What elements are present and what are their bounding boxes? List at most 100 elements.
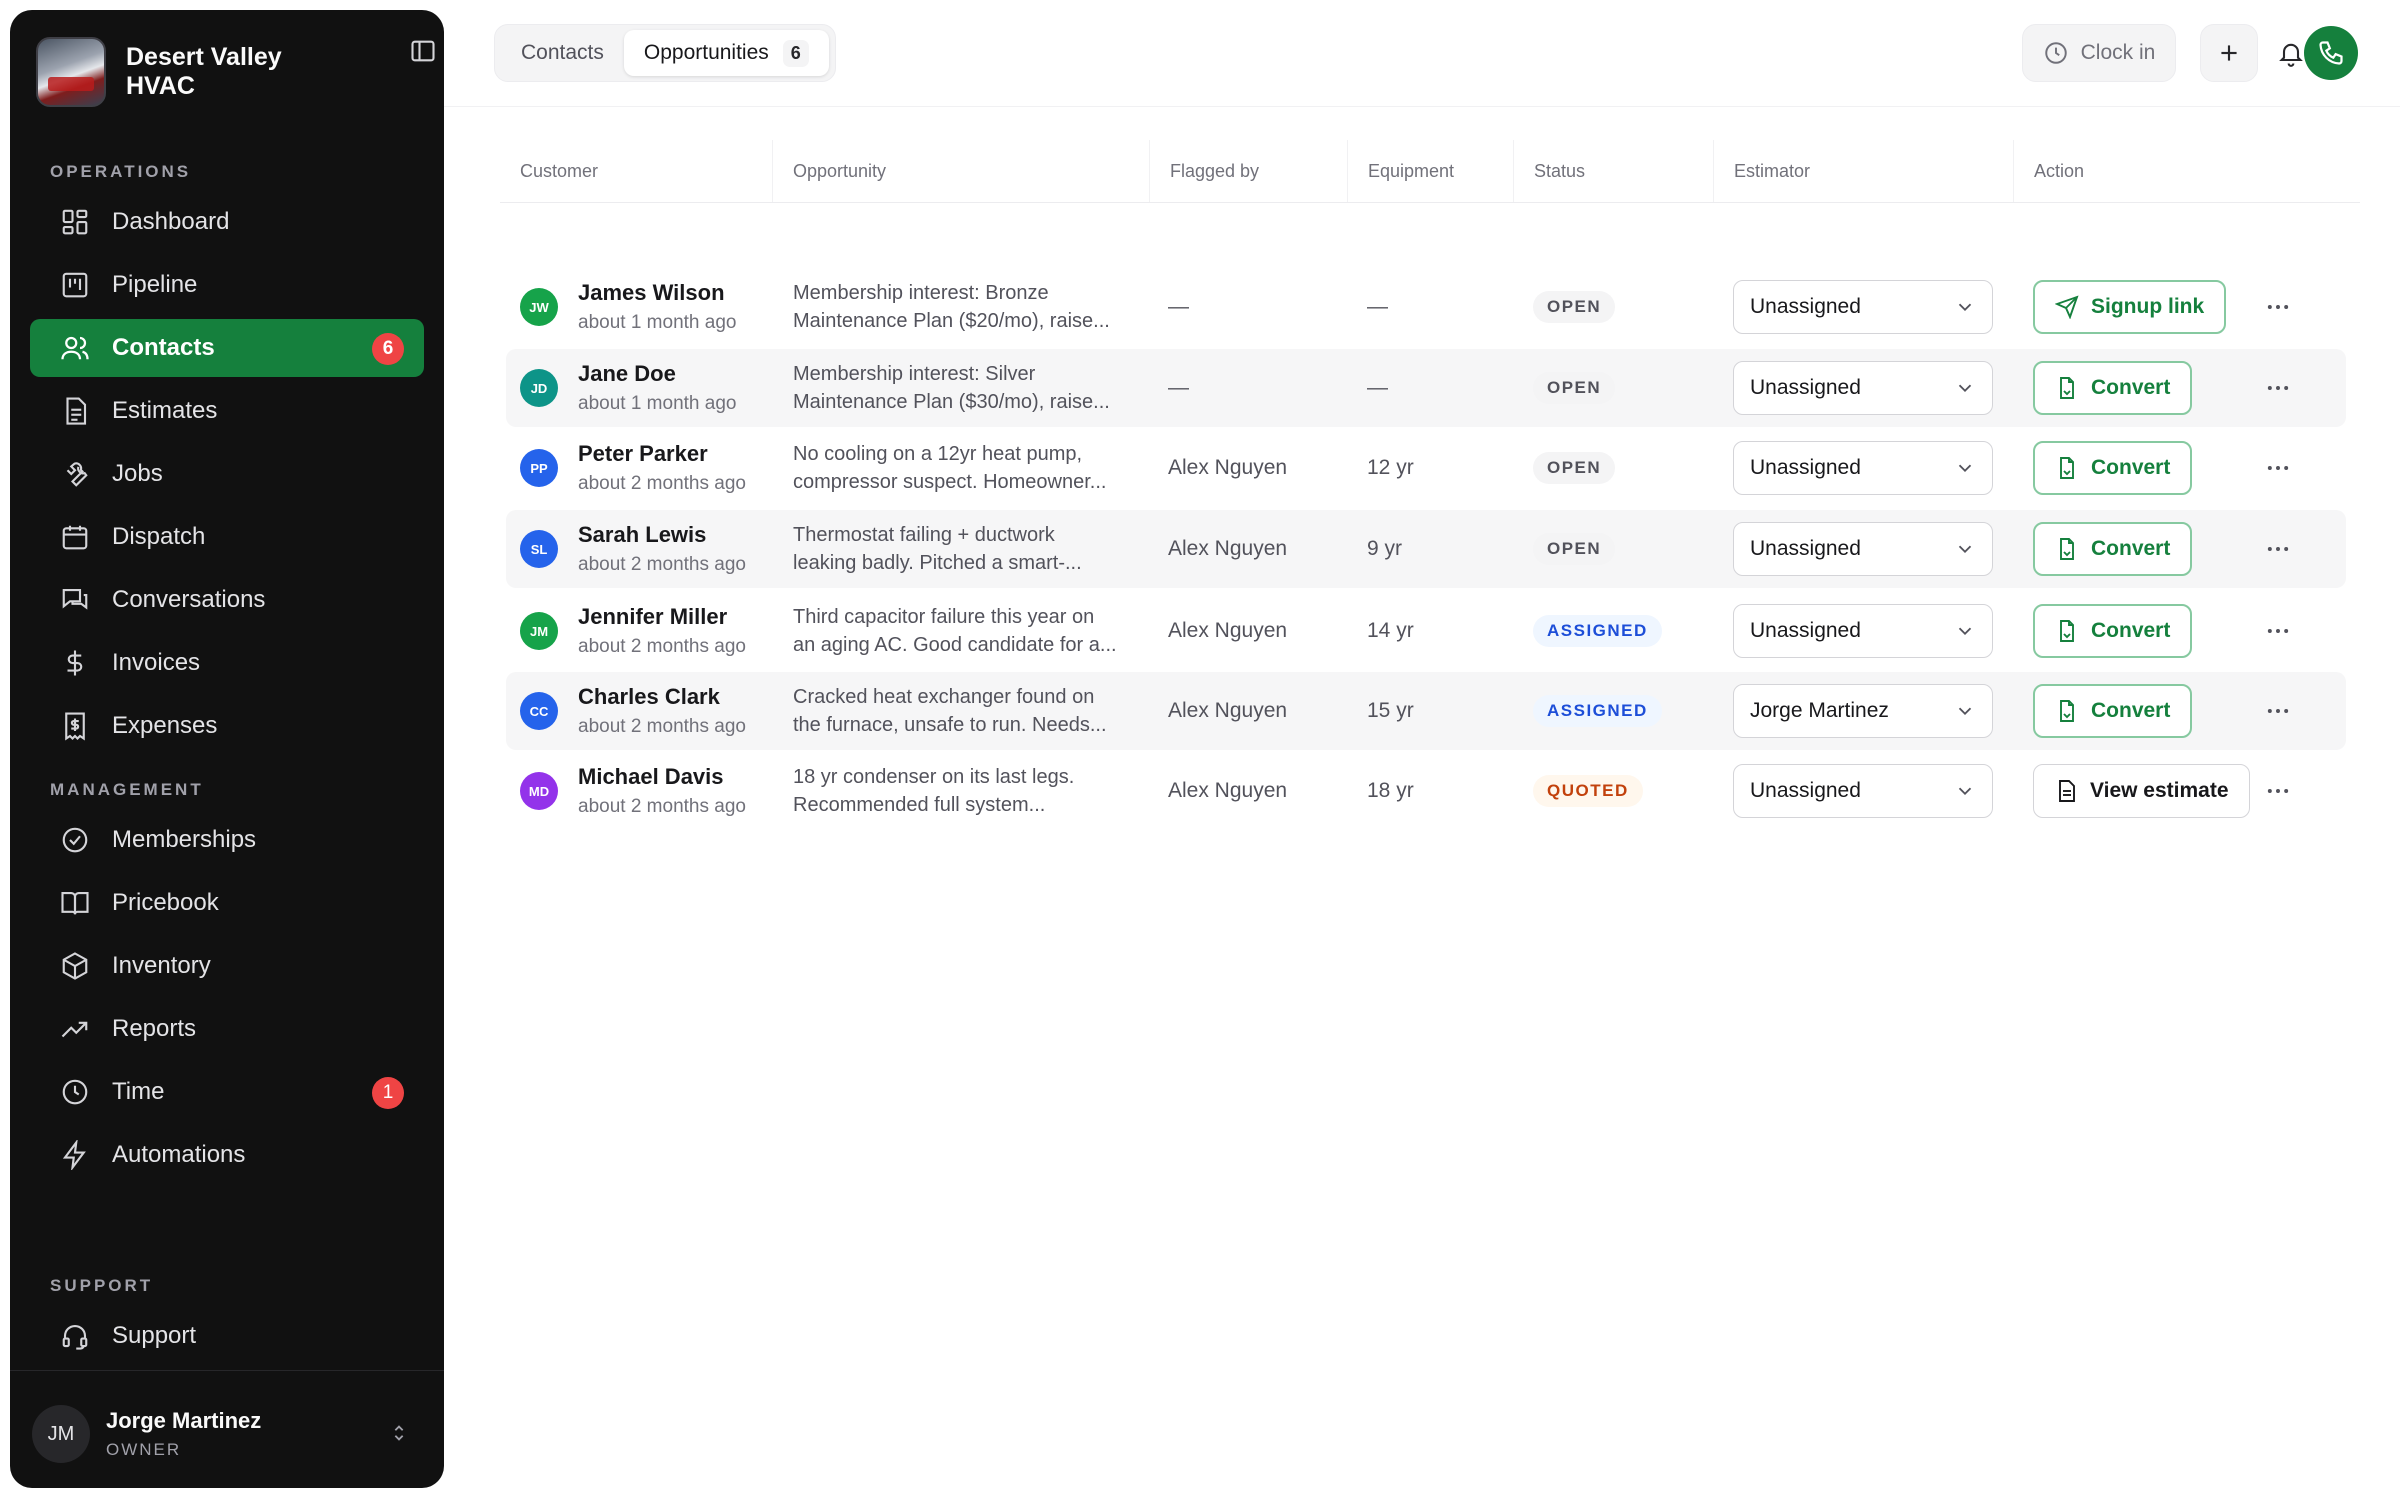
row-menu-button[interactable] bbox=[2264, 510, 2292, 588]
avatar: SL bbox=[520, 530, 558, 568]
phone-button[interactable] bbox=[2304, 26, 2358, 80]
column-header-estimator: Estimator bbox=[1714, 140, 2014, 202]
table-row[interactable]: PP Peter Parker about 2 months ago No cooli… bbox=[506, 429, 2346, 507]
tab-opportunities[interactable]: Opportunities 6 bbox=[623, 30, 829, 76]
sidebar-item-pipeline[interactable]: Pipeline bbox=[30, 256, 424, 314]
customer-name[interactable]: Charles Clark bbox=[578, 684, 746, 710]
top-bar: Contacts Opportunities 6 Clock in bbox=[444, 0, 2400, 107]
add-button[interactable] bbox=[2200, 24, 2258, 82]
row-menu-button[interactable] bbox=[2264, 592, 2292, 670]
table-row[interactable]: JW James Wilson about 1 month ago Membershi… bbox=[506, 268, 2346, 346]
customer-name[interactable]: Sarah Lewis bbox=[578, 522, 746, 548]
customer-name[interactable]: Michael Davis bbox=[578, 764, 746, 790]
sidebar-item-memberships[interactable]: Memberships bbox=[30, 811, 424, 869]
calendar-icon bbox=[62, 525, 88, 550]
sidebar-item-label: Expenses bbox=[112, 712, 218, 739]
table-row[interactable]: CC Charles Clark about 2 months ago Cracked… bbox=[506, 672, 2346, 750]
opportunity-line: compressor suspect. Homeowner... bbox=[793, 471, 1107, 493]
table-row[interactable]: JM Jennifer Miller about 2 months ago Third… bbox=[506, 592, 2346, 670]
bell-icon bbox=[2279, 43, 2303, 67]
estimator-select[interactable]: Unassigned bbox=[1733, 604, 1993, 658]
sidebar-item-conversations[interactable]: Conversations bbox=[30, 571, 424, 629]
customer-time: about 1 month ago bbox=[578, 393, 737, 414]
customer-cell: JW James Wilson about 1 month ago bbox=[520, 268, 736, 346]
customer-name[interactable]: Peter Parker bbox=[578, 441, 746, 467]
row-action-button[interactable]: Convert bbox=[2033, 522, 2193, 576]
flagged-by-cell: Alex Nguyen bbox=[1168, 619, 1288, 642]
trend-icon bbox=[61, 1021, 88, 1038]
clock-in-button[interactable]: Clock in bbox=[2022, 24, 2176, 82]
time-count-badge: 1 bbox=[372, 1077, 404, 1109]
sidebar-item-jobs[interactable]: Jobs bbox=[30, 445, 424, 503]
flagged-by-cell: — bbox=[1168, 376, 1189, 399]
estimator-select[interactable]: Unassigned bbox=[1733, 522, 1993, 576]
row-menu-button[interactable] bbox=[2264, 752, 2292, 830]
avatar: JM bbox=[32, 1405, 90, 1463]
estimator-select[interactable]: Unassigned bbox=[1733, 441, 1993, 495]
sidebar-item-pricebook[interactable]: Pricebook bbox=[30, 874, 424, 932]
opportunity-line: No cooling on a 12yr heat pump, bbox=[793, 443, 1083, 465]
sidebar-item-dashboard[interactable]: Dashboard bbox=[30, 193, 424, 251]
row-menu-button[interactable] bbox=[2264, 672, 2292, 750]
sidebar-item-reports[interactable]: Reports bbox=[30, 1000, 424, 1058]
sidebar-item-label: Support bbox=[112, 1322, 197, 1349]
estimator-cell: Unassigned bbox=[1733, 429, 1993, 507]
sidebar-item-inventory[interactable]: Inventory bbox=[30, 937, 424, 995]
dollar-icon bbox=[67, 650, 83, 676]
opportunity-line: Maintenance Plan ($20/mo), raise... bbox=[793, 310, 1110, 332]
sidebar: Desert Valley HVAC OPERATIONS Dashboard … bbox=[10, 10, 444, 1488]
customer-name[interactable]: Jane Doe bbox=[578, 361, 736, 387]
estimator-select[interactable]: Unassigned bbox=[1733, 764, 1993, 818]
opportunities-table: Customer Opportunity Flagged by Equipmen… bbox=[500, 140, 2360, 818]
sidebar-item-invoices[interactable]: Invoices bbox=[30, 634, 424, 692]
row-action-button[interactable]: View estimate bbox=[2033, 764, 2250, 818]
tab-contacts[interactable]: Contacts bbox=[501, 30, 624, 76]
user-menu[interactable]: JM Jorge Martinez OWNER bbox=[32, 1396, 422, 1472]
table-row[interactable]: MD Michael Davis about 2 months ago 18 yr c… bbox=[506, 752, 2346, 830]
estimator-select[interactable]: Unassigned bbox=[1733, 361, 1993, 415]
table-row[interactable]: JD Jane Doe about 1 month ago Membership in… bbox=[506, 349, 2346, 427]
brand[interactable]: Desert Valley HVAC bbox=[36, 32, 418, 112]
row-menu-button[interactable] bbox=[2264, 349, 2292, 427]
customer-time: about 2 months ago bbox=[578, 716, 746, 737]
chevron-up-down-icon bbox=[394, 1425, 404, 1441]
estimator-select[interactable]: Unassigned bbox=[1733, 280, 1993, 334]
row-action-button[interactable]: Convert bbox=[2033, 361, 2193, 415]
more-horizontal-icon bbox=[2267, 305, 2289, 309]
chevron-down-icon bbox=[1958, 303, 1972, 312]
user-role: OWNER bbox=[106, 1440, 182, 1459]
column-header-flagged-by: Flagged by bbox=[1150, 140, 1348, 202]
section-label-support: SUPPORT bbox=[50, 1276, 154, 1295]
customer-cell: JM Jennifer Miller about 2 months ago bbox=[520, 592, 746, 670]
clock-in-label: Clock in bbox=[2080, 41, 2156, 64]
row-menu-button[interactable] bbox=[2264, 429, 2292, 507]
tab-label: Opportunities bbox=[643, 41, 769, 64]
row-action-button[interactable]: Convert bbox=[2033, 684, 2193, 738]
sidebar-item-automations[interactable]: Automations bbox=[30, 1126, 424, 1184]
action-label: View estimate bbox=[2090, 779, 2229, 802]
section-label-operations: OPERATIONS bbox=[50, 162, 192, 181]
customer-name[interactable]: Jennifer Miller bbox=[578, 604, 746, 630]
sidebar-toggle-button[interactable] bbox=[408, 36, 438, 66]
sidebar-item-dispatch[interactable]: Dispatch bbox=[30, 508, 424, 566]
table-header: Customer Opportunity Flagged by Equipmen… bbox=[500, 140, 2360, 203]
sidebar-item-support[interactable]: Support bbox=[30, 1307, 424, 1365]
estimator-value: Unassigned bbox=[1750, 456, 1861, 479]
sidebar-item-label: Automations bbox=[112, 1141, 246, 1168]
opportunity-line: Membership interest: Bronze bbox=[793, 282, 1049, 304]
row-menu-button[interactable] bbox=[2264, 268, 2292, 346]
chevron-down-icon bbox=[1958, 545, 1972, 554]
more-horizontal-icon bbox=[2267, 629, 2289, 633]
sidebar-item-estimates[interactable]: Estimates bbox=[30, 382, 424, 440]
row-action-button[interactable]: Convert bbox=[2033, 441, 2193, 495]
sidebar-item-contacts[interactable]: Contacts 6 bbox=[30, 319, 424, 377]
estimator-cell: Jorge Martinez bbox=[1733, 672, 1993, 750]
sidebar-item-label: Jobs bbox=[112, 460, 163, 487]
row-action-button[interactable]: Convert bbox=[2033, 604, 2193, 658]
customer-name[interactable]: James Wilson bbox=[578, 280, 736, 306]
sidebar-item-expenses[interactable]: Expenses bbox=[30, 697, 424, 755]
row-action-button[interactable]: Signup link bbox=[2033, 280, 2227, 334]
table-row[interactable]: SL Sarah Lewis about 2 months ago Thermosta… bbox=[506, 510, 2346, 588]
sidebar-item-time[interactable]: Time 1 bbox=[30, 1063, 424, 1121]
estimator-select[interactable]: Jorge Martinez bbox=[1733, 684, 1993, 738]
